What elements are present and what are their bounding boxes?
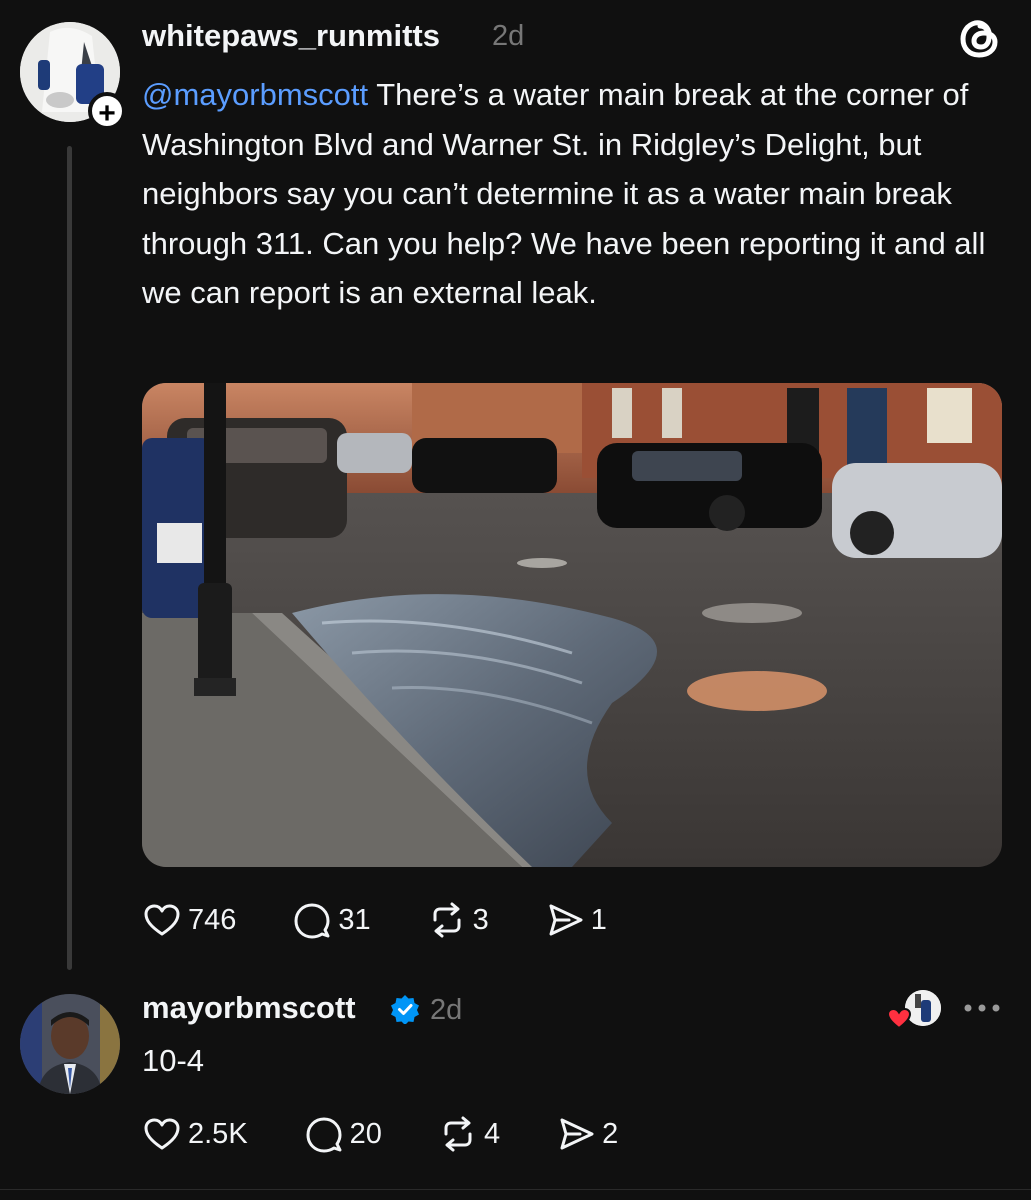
heart-icon <box>886 1007 912 1030</box>
post-username[interactable]: whitepaws_runmitts <box>142 18 440 54</box>
share-count: 2 <box>602 1117 619 1150</box>
divider <box>0 1189 1031 1190</box>
paper-plane-icon <box>549 904 583 936</box>
repost-button[interactable]: 4 <box>438 1114 500 1154</box>
post-image-water-main-break[interactable] <box>142 383 1002 867</box>
post-actions: 746 31 3 1 <box>142 900 663 940</box>
like-button[interactable]: 746 <box>142 900 236 940</box>
post-text: 10-4 <box>142 1043 205 1078</box>
share-count: 1 <box>590 903 607 936</box>
reply-button[interactable]: 31 <box>292 900 371 940</box>
like-button[interactable]: 2.5K <box>142 1114 248 1154</box>
reply-count: 31 <box>338 903 371 936</box>
heart-icon <box>144 904 180 936</box>
repost-icon <box>433 902 461 938</box>
heart-icon <box>144 1118 180 1150</box>
threads-logo-icon[interactable] <box>958 16 1002 60</box>
speech-bubble-icon <box>294 903 330 939</box>
post-username[interactable]: mayorbmscott <box>142 990 356 1026</box>
repost-button[interactable]: 3 <box>427 900 489 940</box>
repost-count: 3 <box>472 903 489 936</box>
follow-plus-button[interactable]: + <box>88 92 126 130</box>
avatar[interactable] <box>20 994 120 1094</box>
like-count: 2.5K <box>188 1117 248 1150</box>
reply-count: 20 <box>349 1117 382 1150</box>
share-button[interactable]: 2 <box>556 1114 618 1154</box>
share-button[interactable]: 1 <box>545 900 607 940</box>
reply-button[interactable]: 20 <box>304 1114 382 1154</box>
post-time: 2d <box>492 20 525 52</box>
post-time: 2d <box>430 994 463 1026</box>
paper-plane-icon <box>560 1118 594 1150</box>
mention-link[interactable]: @mayorbmscott <box>142 77 368 112</box>
post-actions: 2.5K 20 4 2 <box>142 1114 674 1154</box>
repost-count: 4 <box>483 1117 501 1150</box>
thread-line <box>67 146 72 970</box>
like-count: 746 <box>188 903 237 936</box>
repost-icon <box>444 1116 472 1152</box>
post-body: @mayorbmscott There’s a water main break… <box>142 70 1002 318</box>
ellipsis-icon[interactable] <box>962 998 1002 1018</box>
verified-badge-icon <box>391 995 419 1024</box>
speech-bubble-icon <box>306 1117 342 1153</box>
